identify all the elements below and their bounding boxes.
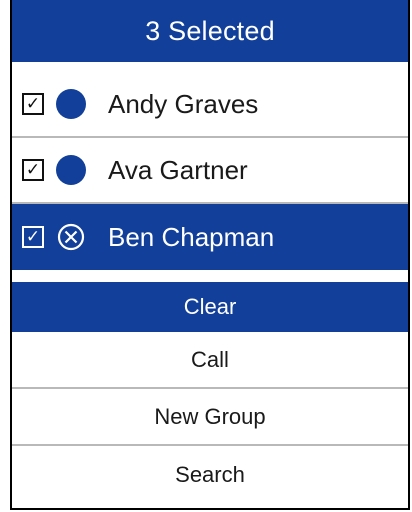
contact-checkbox[interactable]: ✓	[22, 226, 44, 248]
contact-row-ben-chapman[interactable]: ✓ Ben Chapman	[12, 204, 408, 270]
search-button[interactable]: Search	[12, 446, 408, 503]
contact-name: Andy Graves	[108, 88, 259, 119]
checkmark-icon: ✓	[25, 226, 41, 247]
contact-name: Ben Chapman	[108, 221, 275, 252]
clear-button-label: Clear	[183, 294, 237, 319]
call-button[interactable]: Call	[12, 332, 408, 389]
contact-row-andy-graves[interactable]: ✓ Andy Graves	[12, 72, 408, 138]
checkmark-icon: ✓	[25, 159, 41, 180]
selection-count-title: 3 Selected	[145, 15, 275, 46]
contact-checkbox[interactable]: ✓	[22, 93, 44, 115]
contact-name: Ava Gartner	[108, 154, 248, 185]
new-group-button-label: New Group	[154, 403, 266, 429]
contact-selection-panel: 3 Selected ✓ Andy Graves ✓ Ava Gartner ✓…	[10, 0, 410, 510]
deselect-x-icon[interactable]	[56, 222, 86, 252]
avatar-dot-icon	[56, 155, 86, 185]
search-button-label: Search	[175, 461, 245, 487]
clear-button[interactable]: Clear	[12, 280, 408, 332]
avatar-dot-icon	[56, 89, 86, 119]
contact-row-ava-gartner[interactable]: ✓ Ava Gartner	[12, 138, 408, 204]
call-button-label: Call	[191, 346, 229, 372]
contact-checkbox[interactable]: ✓	[22, 159, 44, 181]
checkmark-icon: ✓	[25, 93, 41, 114]
new-group-button[interactable]: New Group	[12, 389, 408, 446]
selection-count-header: 3 Selected	[12, 0, 408, 62]
